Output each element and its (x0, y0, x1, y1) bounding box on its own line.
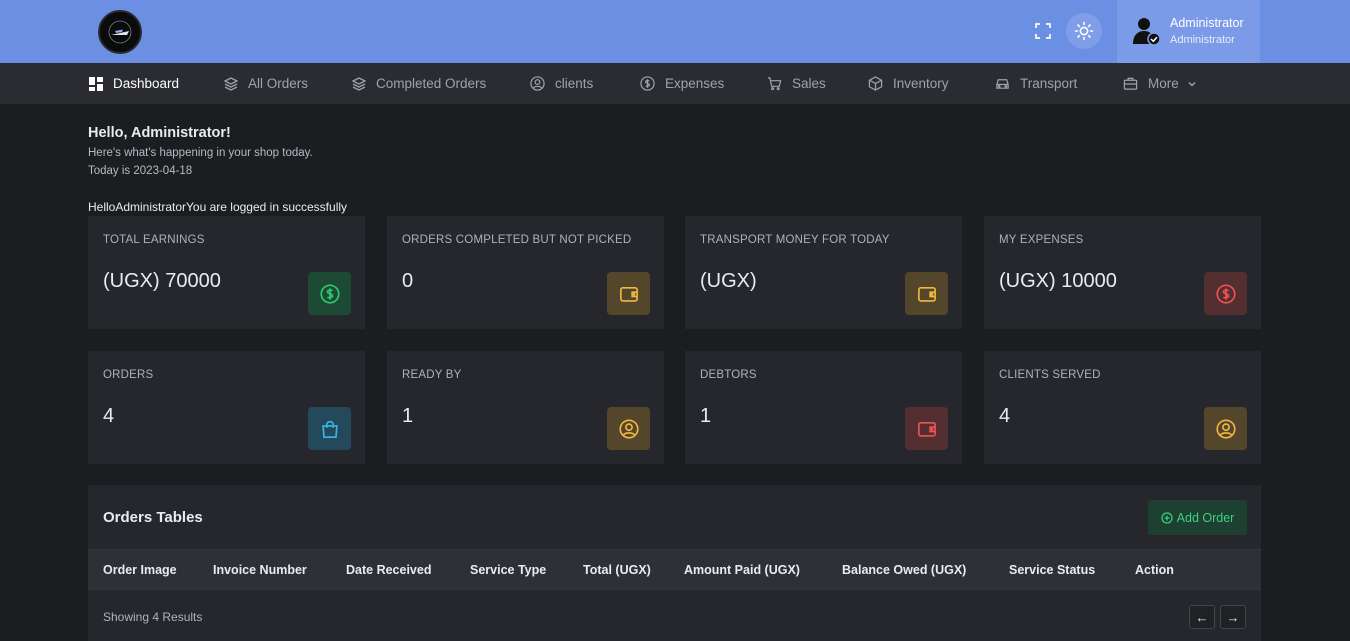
column-amount-paid[interactable]: Amount Paid (UGX) (684, 550, 800, 591)
next-page-button[interactable]: → (1220, 605, 1246, 629)
nav-label: More (1148, 76, 1179, 91)
stat-card-total-earnings: TOTAL EARNINGS (UGX) 70000 (88, 216, 365, 329)
stat-card-orders: ORDERS 4 (88, 351, 365, 464)
dollar-circle-icon (308, 272, 351, 315)
nav-completed-orders[interactable]: Completed Orders (352, 63, 486, 104)
nav-expenses[interactable]: Expenses (640, 63, 724, 104)
stat-card-orders-not-picked: ORDERS COMPLETED BUT NOT PICKED 0 (387, 216, 664, 329)
nav-all-orders[interactable]: All Orders (224, 63, 308, 104)
page-greeting: Hello, Administrator! (88, 125, 231, 141)
shop-logo[interactable] (98, 10, 142, 54)
wallet-icon (905, 272, 948, 315)
nav-label: All Orders (248, 76, 309, 91)
main-navbar: Dashboard All Orders Completed Orders cl… (0, 63, 1350, 104)
user-name: Administrator (1170, 16, 1244, 30)
column-invoice-number[interactable]: Invoice Number (213, 550, 307, 591)
nav-label: Transport (1020, 76, 1078, 91)
nav-label: Inventory (893, 76, 949, 91)
briefcase-icon (1123, 76, 1138, 91)
stat-label: READY BY (402, 369, 462, 381)
shopping-bag-icon (308, 407, 351, 450)
stat-value: (UGX) (700, 270, 757, 292)
chevron-down-icon (1187, 79, 1197, 89)
nav-label: clients (555, 76, 594, 91)
greeting-subtitle: Here's what's happening in your shop tod… (88, 147, 313, 159)
user-circle-icon (1204, 407, 1247, 450)
cart-icon (767, 76, 782, 91)
user-circle-icon (530, 76, 545, 91)
prev-page-button[interactable]: ← (1189, 605, 1215, 629)
user-role: Administrator (1170, 34, 1235, 46)
nav-inventory[interactable]: Inventory (868, 63, 949, 104)
fullscreen-icon (1035, 23, 1051, 39)
nav-label: Sales (792, 76, 826, 91)
layers-icon (352, 76, 366, 91)
nav-more[interactable]: More (1123, 63, 1197, 104)
stat-value: 1 (402, 405, 414, 427)
table-header: Order Image Invoice Number Date Received… (88, 549, 1261, 590)
stat-value: 4 (103, 405, 115, 427)
orders-table-title: Orders Tables (103, 509, 203, 526)
stat-card-transport-money: TRANSPORT MONEY FOR TODAY (UGX) (685, 216, 962, 329)
wallet-icon (607, 272, 650, 315)
car-icon (995, 76, 1010, 91)
dollar-circle-icon (1204, 272, 1247, 315)
nav-label: Completed Orders (376, 76, 487, 91)
wallet-icon (905, 407, 948, 450)
layers-icon (224, 76, 238, 91)
stat-value: 4 (999, 405, 1011, 427)
column-balance-owed[interactable]: Balance Owed (UGX) (842, 550, 966, 591)
column-service-type[interactable]: Service Type (470, 550, 546, 591)
user-avatar-icon (1133, 18, 1161, 46)
today-date: Today is 2023-04-18 (88, 165, 193, 177)
stat-card-clients-served: CLIENTS SERVED 4 (984, 351, 1261, 464)
stat-label: TRANSPORT MONEY FOR TODAY (700, 234, 890, 246)
stat-label: ORDERS COMPLETED BUT NOT PICKED (402, 234, 632, 246)
column-date-received[interactable]: Date Received (346, 550, 431, 591)
user-menu[interactable]: Administrator Administrator (1117, 0, 1260, 63)
orders-table-panel: Orders Tables Add Order Order Image Invo… (88, 485, 1261, 641)
top-header: Administrator Administrator (0, 0, 1350, 63)
plus-circle-icon (1161, 511, 1173, 524)
column-service-status[interactable]: Service Status (1009, 550, 1095, 591)
results-count: Showing 4 Results (103, 610, 203, 624)
sun-icon (1074, 21, 1094, 41)
dashboard-icon (89, 76, 103, 91)
add-order-button[interactable]: Add Order (1148, 500, 1247, 535)
nav-sales[interactable]: Sales (767, 63, 826, 104)
stat-value: (UGX) 10000 (999, 270, 1117, 292)
nav-dashboard[interactable]: Dashboard (89, 63, 179, 104)
stat-label: ORDERS (103, 369, 154, 381)
nav-label: Dashboard (113, 76, 180, 91)
column-order-image[interactable]: Order Image (103, 550, 177, 591)
stat-value: (UGX) 70000 (103, 270, 221, 292)
nav-label: Expenses (665, 76, 725, 91)
stat-card-my-expenses: MY EXPENSES (UGX) 10000 (984, 216, 1261, 329)
stat-value: 1 (700, 405, 712, 427)
logo-emblem-icon (108, 20, 132, 44)
stat-card-ready-by: READY BY 1 (387, 351, 664, 464)
user-circle-icon (607, 407, 650, 450)
stat-label: MY EXPENSES (999, 234, 1084, 246)
column-action[interactable]: Action (1135, 550, 1174, 591)
box-icon (868, 76, 883, 91)
nav-clients[interactable]: clients (530, 63, 593, 104)
stat-card-debtors: DEBTORS 1 (685, 351, 962, 464)
dollar-circle-icon (640, 76, 655, 91)
login-message: HelloAdministratorYou are logged in succ… (88, 200, 348, 214)
nav-transport[interactable]: Transport (995, 63, 1077, 104)
stat-label: DEBTORS (700, 369, 757, 381)
stat-value: 0 (402, 270, 414, 292)
column-total[interactable]: Total (UGX) (583, 550, 651, 591)
theme-toggle-button[interactable] (1066, 13, 1102, 49)
add-order-label: Add Order (1176, 510, 1235, 525)
stat-label: CLIENTS SERVED (999, 369, 1101, 381)
fullscreen-button[interactable] (1025, 13, 1061, 49)
stat-label: TOTAL EARNINGS (103, 234, 205, 246)
